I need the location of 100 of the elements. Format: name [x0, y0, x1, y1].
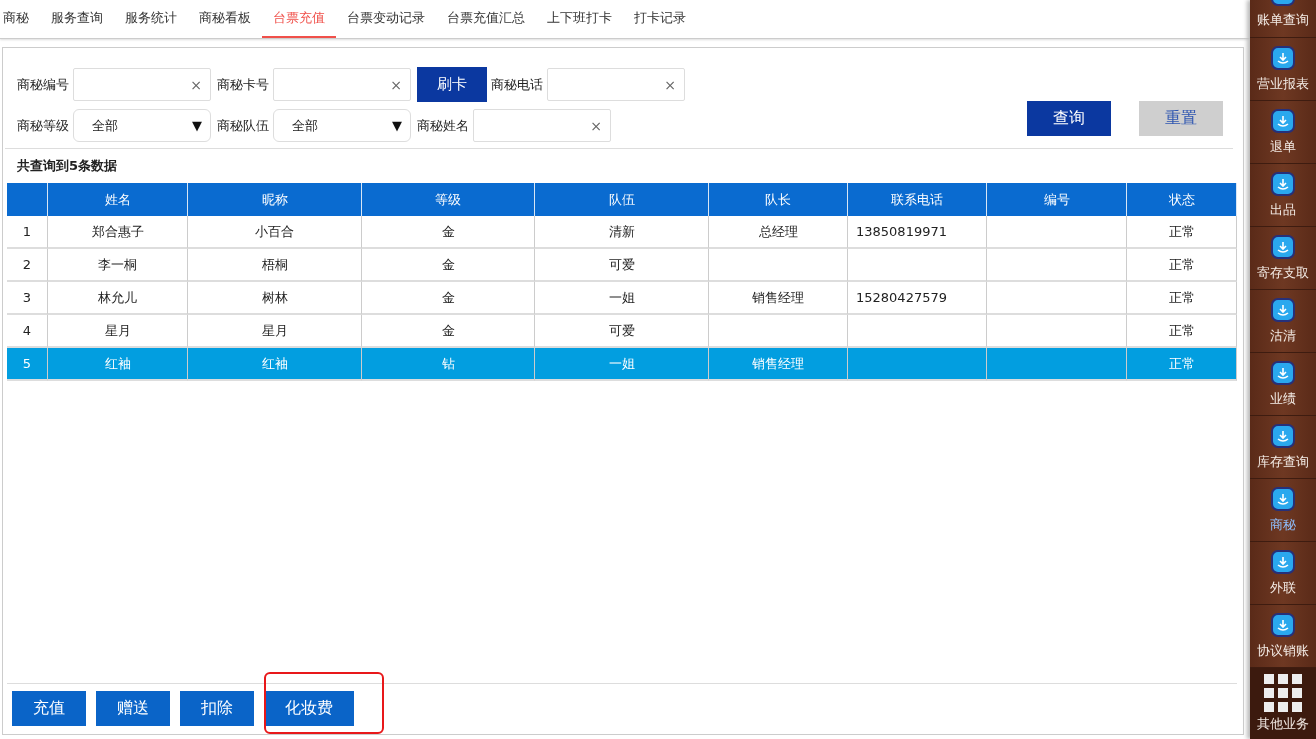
table-cell[interactable]: [987, 315, 1127, 348]
tab[interactable]: 服务统计: [114, 0, 188, 38]
app-icon: [1271, 360, 1295, 385]
app-icon: [1271, 171, 1295, 196]
table-cell[interactable]: 15280427579: [848, 282, 987, 315]
table-cell[interactable]: 清新: [535, 216, 709, 249]
tab[interactable]: 台票变动记录: [336, 0, 436, 38]
table-cell[interactable]: [987, 348, 1127, 381]
table-cell[interactable]: 小百合: [188, 216, 362, 249]
table-cell[interactable]: 正常: [1127, 249, 1237, 282]
sidebar-item[interactable]: 协议销账: [1250, 605, 1316, 668]
table-cell[interactable]: [709, 249, 848, 282]
app-icon: [1271, 423, 1295, 448]
sidebar-item[interactable]: 业绩: [1250, 353, 1316, 416]
clear-icon[interactable]: ×: [664, 76, 676, 93]
table-cell[interactable]: 李一桐: [48, 249, 188, 282]
column-header: 姓名: [48, 183, 188, 216]
table-cell[interactable]: [987, 216, 1127, 249]
table-cell[interactable]: 4: [7, 315, 48, 348]
sidebar-item[interactable]: 退单: [1250, 101, 1316, 164]
table-cell[interactable]: 总经理: [709, 216, 848, 249]
grid-icon: [1264, 674, 1302, 712]
table-cell[interactable]: 星月: [188, 315, 362, 348]
table-cell[interactable]: 金: [362, 282, 535, 315]
dropdown[interactable]: 全部 ▼: [73, 109, 211, 142]
table-cell[interactable]: 可爱: [535, 249, 709, 282]
table-cell[interactable]: [848, 315, 987, 348]
tab[interactable]: 服务查询: [40, 0, 114, 38]
action-button[interactable]: 赠送: [96, 691, 170, 726]
field-label: 商秘姓名: [417, 116, 469, 135]
table-cell[interactable]: [987, 282, 1127, 315]
table-cell[interactable]: 3: [7, 282, 48, 315]
swipe-card-button[interactable]: 刷卡: [417, 67, 487, 102]
sidebar-item[interactable]: 营业报表: [1250, 38, 1316, 101]
tab[interactable]: 商秘: [0, 0, 40, 38]
sidebar-item[interactable]: 库存查询: [1250, 416, 1316, 479]
input-field[interactable]: ×: [273, 68, 411, 101]
clear-icon[interactable]: ×: [590, 117, 602, 134]
table-cell[interactable]: 13850819971: [848, 216, 987, 249]
field-label: 商秘电话: [491, 75, 543, 94]
field-label: 商秘等级: [17, 116, 69, 135]
column-header: 队长: [709, 183, 848, 216]
table-cell[interactable]: [709, 315, 848, 348]
input-field[interactable]: ×: [473, 109, 611, 142]
table-cell[interactable]: [848, 249, 987, 282]
table-cell[interactable]: 林允儿: [48, 282, 188, 315]
clear-icon[interactable]: ×: [190, 76, 202, 93]
clear-icon[interactable]: ×: [390, 76, 402, 93]
action-button[interactable]: 化妆费: [264, 691, 354, 726]
tab[interactable]: 上下班打卡: [536, 0, 623, 38]
table-cell[interactable]: 树林: [188, 282, 362, 315]
column-header: [7, 183, 48, 216]
dropdown[interactable]: 全部 ▼: [273, 109, 411, 142]
sidebar-item[interactable]: 沽清: [1250, 290, 1316, 353]
table-cell[interactable]: 梧桐: [188, 249, 362, 282]
table-cell[interactable]: 可爱: [535, 315, 709, 348]
table-cell[interactable]: 一姐: [535, 282, 709, 315]
action-button[interactable]: 扣除: [180, 691, 254, 726]
column-header: 编号: [987, 183, 1127, 216]
sidebar-item[interactable]: 账单查询: [1250, 0, 1316, 38]
app-icon: [1271, 549, 1295, 574]
input-field[interactable]: ×: [73, 68, 211, 101]
table-cell[interactable]: 2: [7, 249, 48, 282]
app-icon: [1271, 486, 1295, 511]
tab[interactable]: 商秘看板: [188, 0, 262, 38]
app-icon: [1271, 297, 1295, 322]
sidebar-item[interactable]: 寄存支取: [1250, 227, 1316, 290]
app-icon: [1271, 108, 1295, 133]
reset-button[interactable]: 重置: [1139, 101, 1223, 136]
query-button[interactable]: 查询: [1027, 101, 1111, 136]
table-cell[interactable]: 金: [362, 315, 535, 348]
result-count: 共查询到5条数据: [16, 157, 119, 175]
table-cell[interactable]: 星月: [48, 315, 188, 348]
column-header: 队伍: [535, 183, 709, 216]
table-cell[interactable]: 正常: [1127, 282, 1237, 315]
action-button[interactable]: 充值: [12, 691, 86, 726]
tab[interactable]: 台票充值汇总: [436, 0, 536, 38]
sidebar-item[interactable]: 外联: [1250, 542, 1316, 605]
table-cell[interactable]: 销售经理: [709, 282, 848, 315]
table-cell[interactable]: [848, 348, 987, 381]
app-icon: [1271, 234, 1295, 259]
column-header: 昵称: [188, 183, 362, 216]
app-icon: [1271, 45, 1295, 70]
table-cell[interactable]: 正常: [1127, 315, 1237, 348]
column-header: 状态: [1127, 183, 1237, 216]
sidebar-item[interactable]: 出品: [1250, 164, 1316, 227]
sidebar-item[interactable]: 商秘: [1250, 479, 1316, 542]
sidebar-item[interactable]: 其他业务: [1250, 668, 1316, 739]
field-label: 商秘编号: [17, 75, 69, 94]
field-label: 商秘卡号: [217, 75, 269, 94]
table-cell[interactable]: 金: [362, 216, 535, 249]
table-cell[interactable]: 正常: [1127, 216, 1237, 249]
column-header: 联系电话: [848, 183, 987, 216]
tab[interactable]: 台票充值: [262, 0, 336, 38]
table-cell[interactable]: 1: [7, 216, 48, 249]
table-cell[interactable]: [987, 249, 1127, 282]
table-cell[interactable]: 金: [362, 249, 535, 282]
tab[interactable]: 打卡记录: [623, 0, 697, 38]
table-cell[interactable]: 郑合惠子: [48, 216, 188, 249]
input-field[interactable]: ×: [547, 68, 685, 101]
